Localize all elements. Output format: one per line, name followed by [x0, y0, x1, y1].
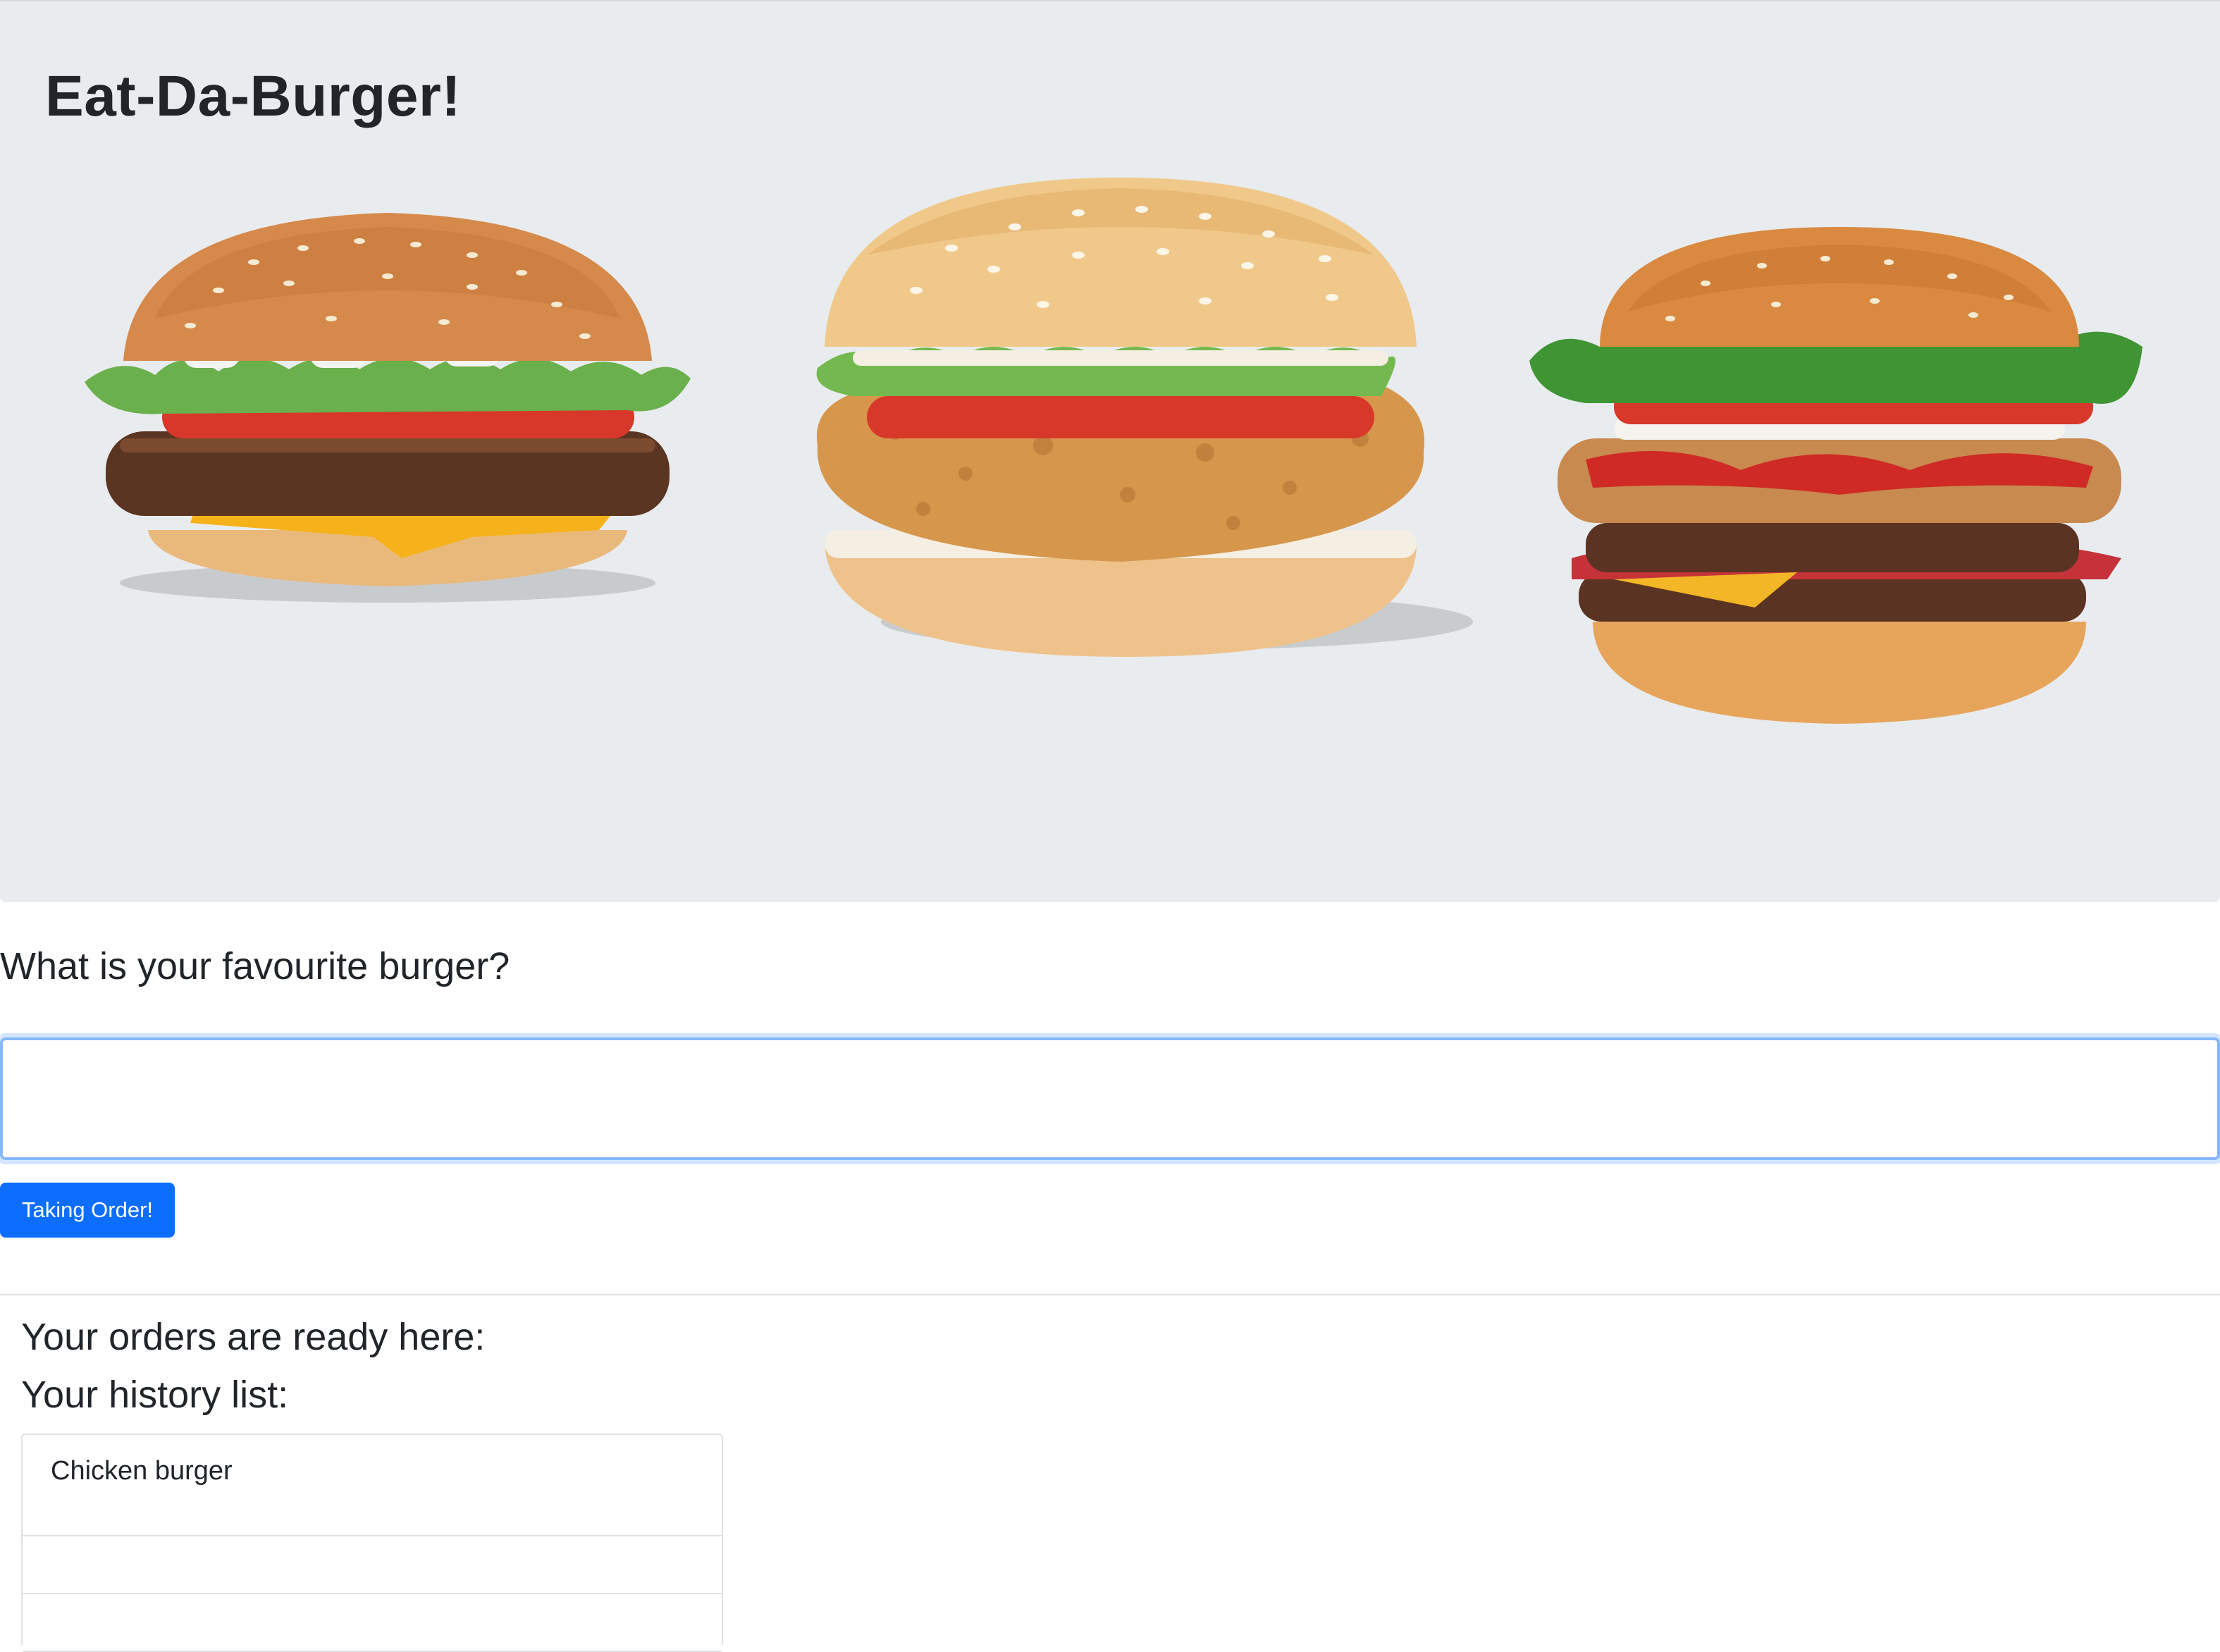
history-item[interactable]	[23, 1536, 722, 1594]
history-item[interactable]	[23, 1594, 722, 1652]
burger-image-beef	[85, 213, 691, 603]
question-heading: What is your favourite burger?	[0, 945, 510, 987]
burger-name-input[interactable]	[0, 1037, 2220, 1160]
section-divider	[0, 1294, 2220, 1295]
history-list: Chicken burger	[21, 1434, 723, 1652]
jumbotron: Eat-Da-Burger!	[0, 0, 2220, 902]
history-item[interactable]: Chicken burger	[23, 1435, 722, 1536]
taking-order-button[interactable]: Taking Order!	[0, 1183, 175, 1238]
burger-image-double	[1529, 227, 2142, 724]
burger-image-chicken	[816, 178, 1473, 657]
orders-ready-heading: Your orders are ready here:	[21, 1316, 486, 1358]
history-heading: Your history list:	[21, 1374, 289, 1416]
page-title: Eat-Da-Burger!	[45, 64, 462, 128]
